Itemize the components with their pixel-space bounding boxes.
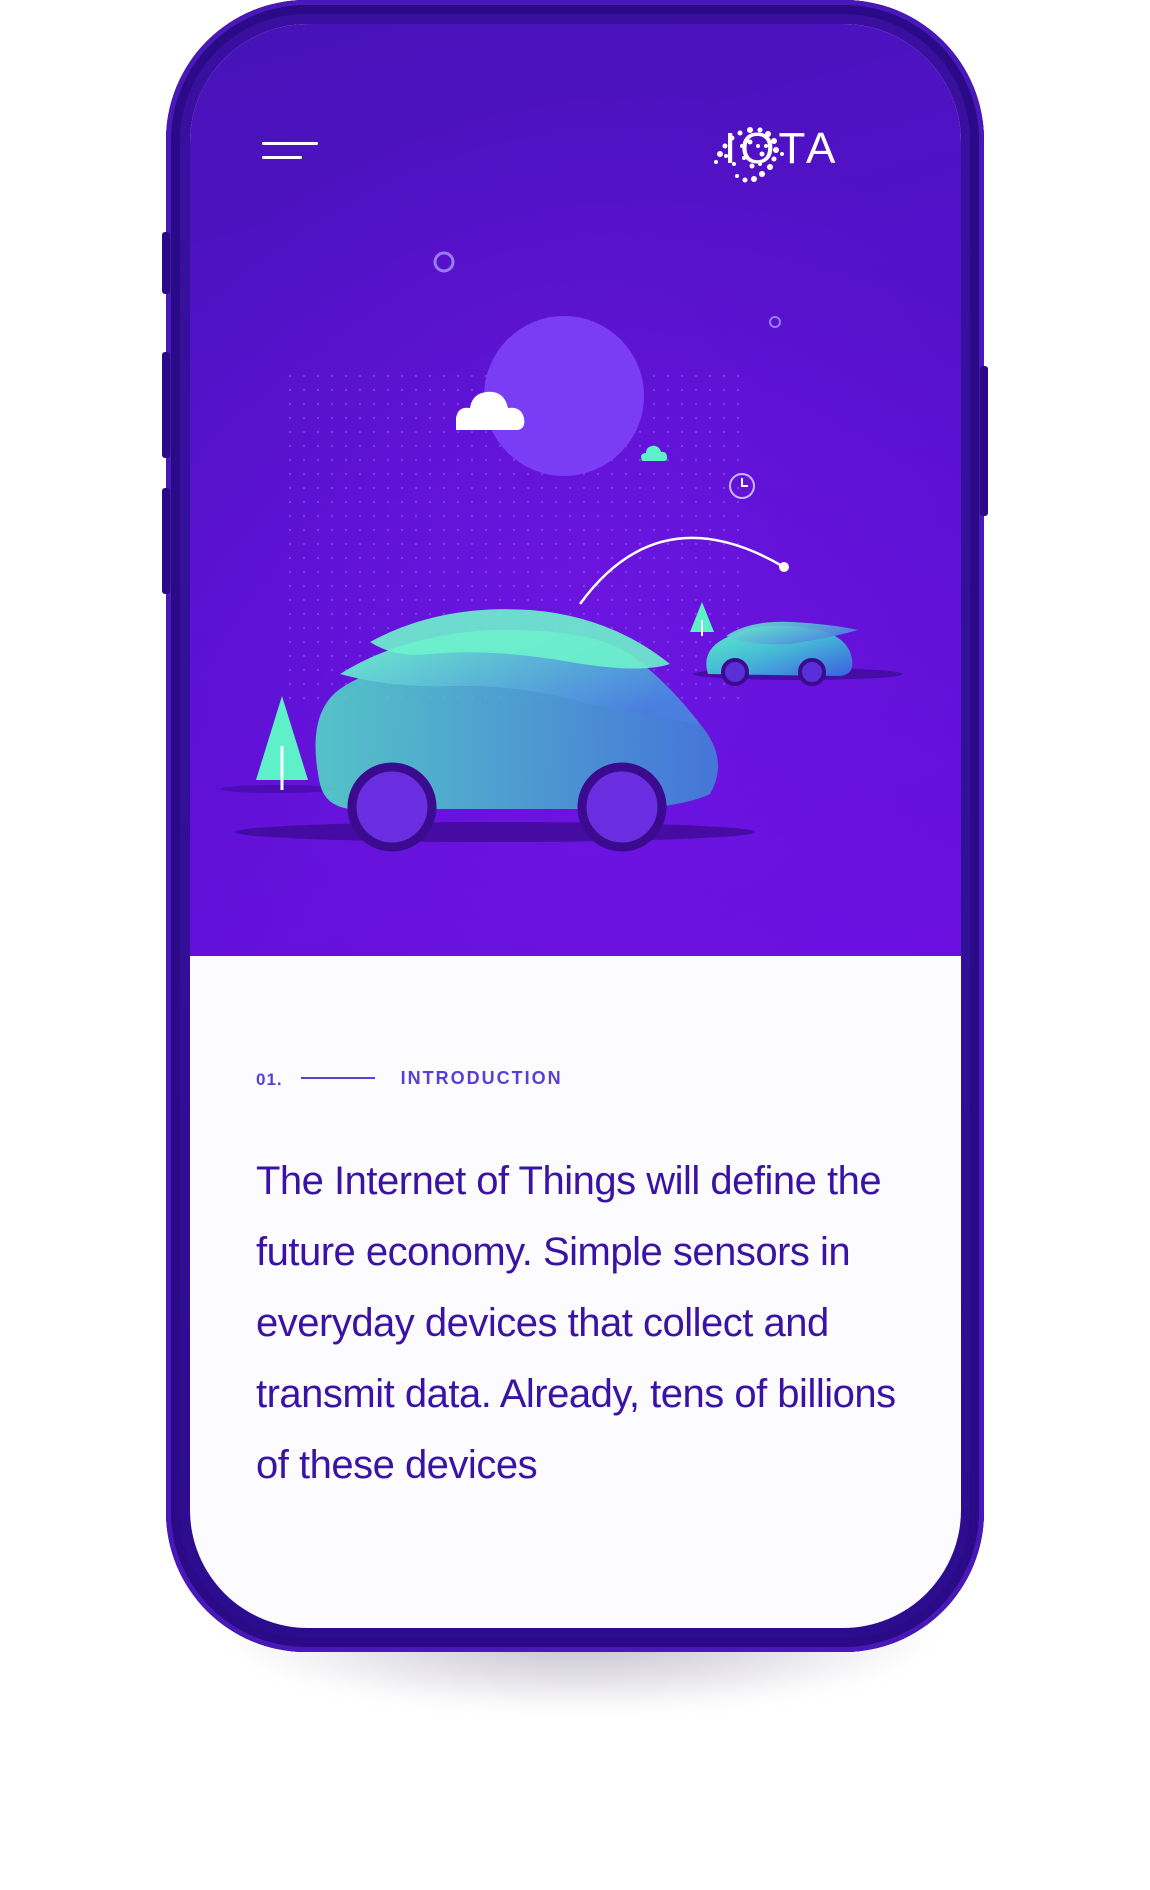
intro-section: 01. INTRODUCTION The Internet of Things …	[190, 956, 961, 1628]
hamburger-menu-button[interactable]	[262, 142, 322, 172]
arc-end-dot	[779, 562, 789, 572]
moon	[484, 316, 644, 476]
phone-screen: IOTA 01. INTRODUCTION The Internet of Th…	[190, 24, 961, 1628]
volume-down-button	[162, 488, 170, 594]
iota-logo[interactable]: IOTA	[712, 124, 839, 183]
mute-switch	[162, 232, 170, 294]
power-button	[980, 366, 988, 516]
section-number: 01.	[256, 1070, 283, 1089]
section-divider	[300, 1077, 375, 1079]
intro-paragraph: The Internet of Things will define the f…	[256, 1159, 896, 1487]
section-label: INTRODUCTION	[400, 1067, 563, 1088]
iota-dots-logo-icon	[714, 127, 784, 183]
hero-illustration: IOTA	[190, 24, 961, 956]
hamburger-menu-icon-line-1	[262, 142, 318, 145]
mockup-stage: IOTA 01. INTRODUCTION The Internet of Th…	[0, 0, 1150, 1890]
volume-up-button	[162, 352, 170, 458]
hamburger-menu-icon-line-2	[262, 156, 302, 159]
section-header: 01. INTRODUCTION	[256, 1066, 563, 1090]
